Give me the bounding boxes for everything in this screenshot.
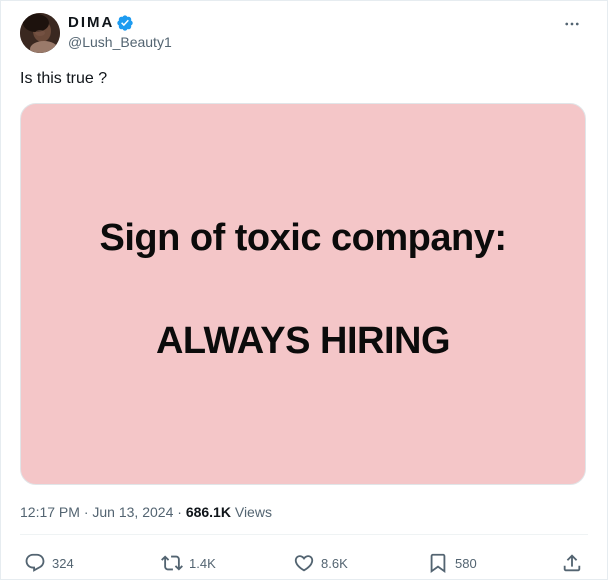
- repost-button[interactable]: 1.4K: [161, 549, 216, 577]
- reply-button[interactable]: 324: [24, 549, 74, 577]
- media-headline: Sign of toxic company:: [99, 217, 507, 259]
- tweet-text: Is this true ?: [20, 70, 108, 87]
- like-button[interactable]: 8.6K: [293, 549, 348, 577]
- user-handle[interactable]: @Lush_Beauty1: [68, 33, 172, 51]
- bookmark-icon: [430, 553, 446, 574]
- display-name-text: DIMA: [68, 14, 115, 31]
- tweet-meta: 12:17 PM · Jun 13, 2024 · 686.1K Views: [20, 503, 272, 521]
- views-label: Views: [234, 504, 272, 520]
- meta-separator: ·: [177, 504, 182, 520]
- divider: [20, 534, 588, 535]
- display-name[interactable]: DIMA: [68, 13, 134, 33]
- more-icon[interactable]: [561, 15, 583, 33]
- tweet-media-image[interactable]: Sign of toxic company: ALWAYS HIRING: [20, 103, 586, 485]
- heart-icon: [294, 555, 314, 572]
- reply-count: 324: [52, 555, 74, 571]
- action-bar: 324 1.4K 8.6K 580: [1, 549, 610, 577]
- bookmark-button[interactable]: 580: [427, 549, 477, 577]
- meta-separator: ·: [83, 504, 89, 520]
- share-button[interactable]: [561, 549, 583, 577]
- tweet-card: DIMA @Lush_Beauty1 Is this true ? Sign o…: [0, 0, 608, 580]
- verified-badge-icon: [116, 14, 134, 32]
- tweet-time[interactable]: 12:17 PM: [20, 504, 80, 520]
- repost-count: 1.4K: [189, 555, 216, 571]
- avatar[interactable]: [20, 13, 60, 53]
- repost-icon: [161, 555, 183, 571]
- bookmark-count: 580: [455, 555, 477, 571]
- share-icon: [563, 554, 581, 572]
- avatar-image: [20, 13, 60, 53]
- tweet-date[interactable]: Jun 13, 2024: [92, 504, 173, 520]
- views-count: 686.1K: [185, 504, 231, 520]
- like-count: 8.6K: [321, 555, 348, 571]
- reply-icon: [25, 553, 45, 572]
- media-subheadline: ALWAYS HIRING: [155, 320, 451, 362]
